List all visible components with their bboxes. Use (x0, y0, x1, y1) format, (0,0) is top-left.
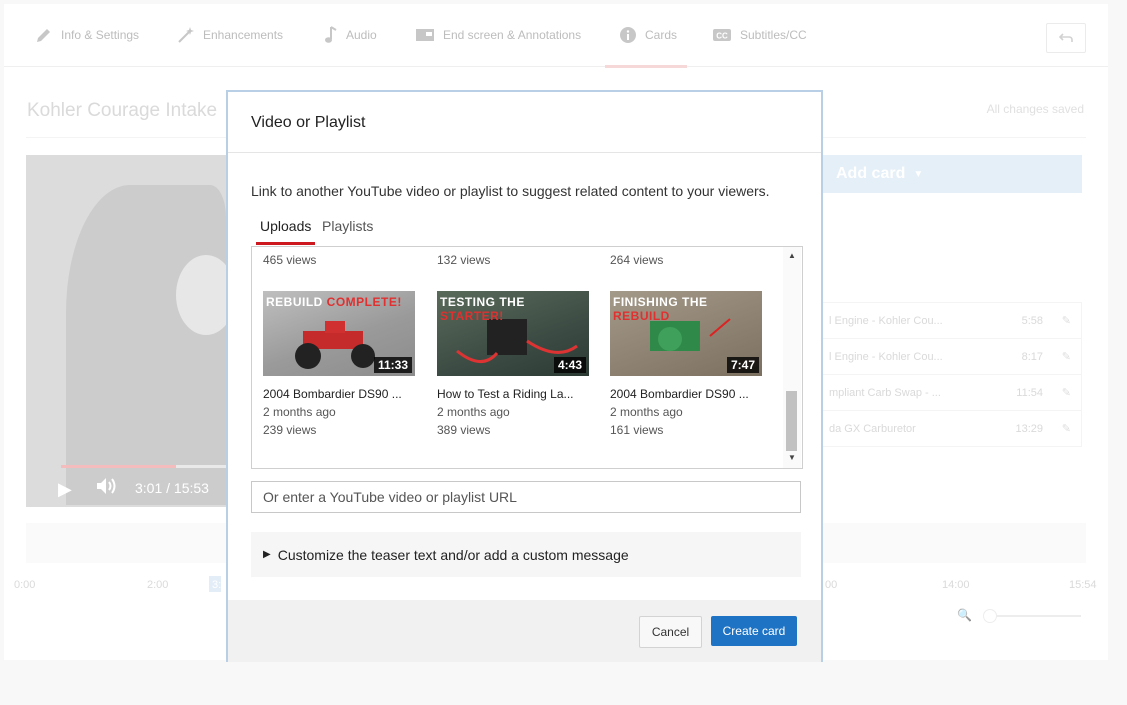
video-duration: 11:33 (373, 357, 412, 373)
video-title[interactable]: 2004 Bombardier DS90 ... (263, 387, 418, 401)
scrollbar[interactable]: ▲ ▼ (783, 247, 801, 468)
scroll-down-arrow-icon[interactable]: ▼ (788, 453, 796, 462)
uploads-list[interactable]: 465 views 132 views 264 views REBUILD CO… (251, 246, 803, 469)
thumbnail-caption: FINISHING THE REBUILD (613, 295, 708, 323)
divider (228, 152, 821, 153)
active-tab-indicator (256, 242, 315, 245)
dialog-footer: Cancel Create card (228, 600, 821, 662)
video-age: 2 months ago (437, 405, 510, 419)
video-views: 239 views (263, 423, 317, 437)
video-age: 2 months ago (610, 405, 683, 419)
tab-playlists[interactable]: Playlists (322, 218, 373, 234)
video-duration: 4:43 (553, 357, 586, 373)
video-thumbnail[interactable]: REBUILD COMPLETE! 11:33 (263, 291, 415, 376)
thumbnail-caption: TESTING THE STARTER! (440, 295, 525, 323)
video-title[interactable]: 2004 Bombardier DS90 ... (610, 387, 765, 401)
video-thumbnail[interactable]: FINISHING THE REBUILD 7:47 (610, 291, 762, 376)
create-card-button[interactable]: Create card (711, 616, 797, 646)
video-title[interactable]: How to Test a Riding La... (437, 387, 592, 401)
video-views: 465 views (263, 253, 317, 267)
expand-triangle-icon: ▶ (263, 549, 271, 560)
customize-teaser-toggle[interactable]: ▶ Customize the teaser text and/or add a… (251, 532, 801, 577)
video-playlist-dialog: Video or Playlist Link to another YouTub… (226, 90, 823, 662)
cancel-button[interactable]: Cancel (639, 616, 702, 648)
scroll-up-arrow-icon[interactable]: ▲ (788, 251, 796, 260)
video-url-input[interactable] (251, 481, 801, 513)
video-thumbnail[interactable]: TESTING THE STARTER! 4:43 (437, 291, 589, 376)
video-age: 2 months ago (263, 405, 336, 419)
dialog-title: Video or Playlist (251, 114, 366, 131)
video-duration: 7:47 (726, 357, 759, 373)
tab-uploads[interactable]: Uploads (260, 218, 311, 234)
dialog-description: Link to another YouTube video or playlis… (251, 183, 770, 199)
thumbnail-caption: REBUILD COMPLETE! (266, 295, 402, 309)
video-views: 264 views (610, 253, 664, 267)
video-views: 389 views (437, 423, 491, 437)
customize-label: Customize the teaser text and/or add a c… (277, 546, 629, 563)
video-views: 132 views (437, 253, 491, 267)
video-views: 161 views (610, 423, 664, 437)
scrollbar-thumb[interactable] (786, 391, 797, 451)
